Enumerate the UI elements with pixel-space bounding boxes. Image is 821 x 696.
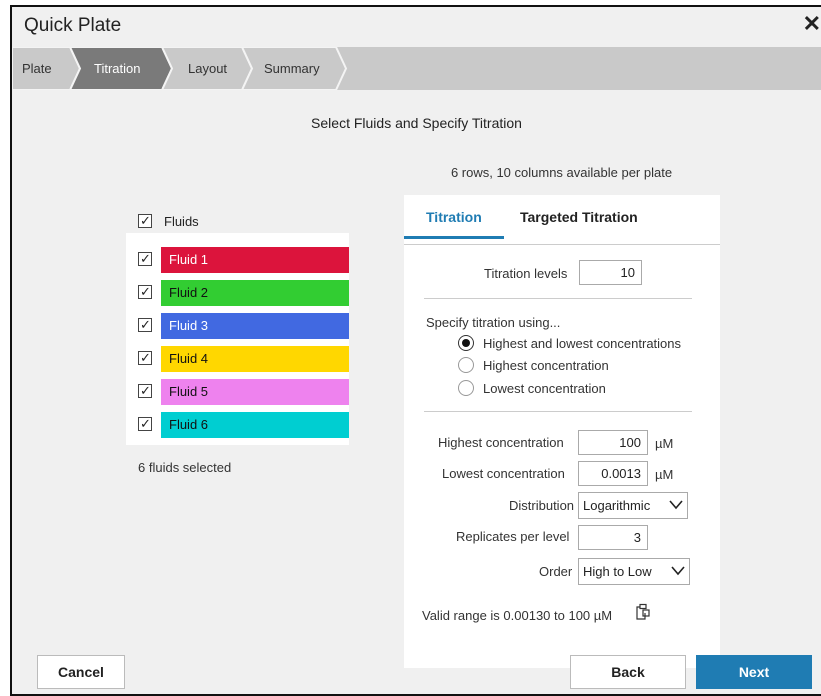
fluid-6-checkbox[interactable] [138, 416, 152, 432]
highest-concentration-label: Highest concentration [438, 435, 564, 450]
fluid-row-2: Fluid 2 [126, 278, 349, 306]
copy-icon[interactable] [635, 603, 651, 621]
fluid-4-swatch[interactable]: Fluid 4 [161, 346, 349, 372]
fluid-row-1: Fluid 1 [126, 245, 349, 273]
chevron-down-icon [671, 566, 685, 576]
next-button[interactable]: Next [696, 655, 812, 689]
valid-range-text: Valid range is 0.00130 to 100 µM [422, 608, 613, 623]
title-bar: Quick Plate ✕ [12, 7, 821, 47]
lowest-concentration-unit: µM [655, 467, 674, 482]
wizard-steps: Plate Titration Layout Summary [12, 47, 821, 90]
distribution-select[interactable]: Logarithmic [578, 492, 688, 519]
step-layout[interactable]: Layout [162, 47, 254, 90]
fluid-row-3: Fluid 3 [126, 311, 349, 339]
fluid-2-checkbox[interactable] [138, 284, 152, 300]
fluid-list: Fluid 1 Fluid 2 Fluid 3 Fluid 4 Fluid 5 … [126, 233, 349, 445]
order-value: High to Low [583, 564, 652, 579]
step-label: Plate [22, 61, 52, 76]
section-divider [424, 411, 692, 412]
fluid-3-swatch[interactable]: Fluid 3 [161, 313, 349, 339]
fluid-5-swatch[interactable]: Fluid 5 [161, 379, 349, 405]
replicates-input[interactable]: 3 [578, 525, 648, 550]
tab-titration[interactable]: Titration [404, 195, 504, 239]
fluid-4-checkbox[interactable] [138, 350, 152, 366]
distribution-value: Logarithmic [583, 498, 651, 513]
specify-titration-label: Specify titration using... [426, 315, 561, 330]
radio-highest[interactable] [458, 357, 474, 373]
cancel-button[interactable]: Cancel [37, 655, 125, 689]
highest-concentration-input[interactable]: 100 [578, 430, 648, 455]
lowest-concentration-label: Lowest concentration [442, 466, 565, 481]
fluids-selected-count: 6 fluids selected [138, 460, 232, 475]
titration-levels-input[interactable]: 10 [579, 260, 642, 285]
dialog-title: Quick Plate [24, 15, 122, 36]
fluid-2-swatch[interactable]: Fluid 2 [161, 280, 349, 306]
back-button[interactable]: Back [570, 655, 686, 689]
titration-levels-label: Titration levels [484, 266, 568, 281]
tab-divider [404, 244, 720, 245]
fluid-row-4: Fluid 4 [126, 344, 349, 372]
highest-concentration-unit: µM [655, 436, 674, 451]
radio-highest-lowest[interactable] [458, 335, 474, 351]
fluid-row-5: Fluid 5 [126, 377, 349, 405]
titration-panel: Titration Targeted Titration Titration l… [404, 195, 720, 668]
radio-lowest[interactable] [458, 380, 474, 396]
fluid-3-checkbox[interactable] [138, 317, 152, 333]
step-titration[interactable]: Titration [70, 47, 176, 90]
order-select[interactable]: High to Low [578, 558, 690, 585]
lowest-concentration-input[interactable]: 0.0013 [578, 461, 648, 486]
order-label: Order [539, 564, 573, 579]
radio-highest-label: Highest concentration [483, 358, 609, 373]
fluid-row-6: Fluid 6 [126, 410, 349, 438]
fluid-6-swatch[interactable]: Fluid 6 [161, 412, 349, 438]
close-icon[interactable]: ✕ [803, 11, 821, 37]
radio-highest-lowest-label: Highest and lowest concentrations [483, 336, 682, 351]
radio-lowest-label: Lowest concentration [483, 381, 606, 396]
fluid-5-checkbox[interactable] [138, 383, 152, 399]
step-label: Titration [94, 61, 141, 76]
step-summary[interactable]: Summary [242, 47, 348, 90]
fluids-select-all-checkbox[interactable] [138, 213, 152, 229]
quick-plate-dialog: Quick Plate ✕ Plate Titration Layout Sum… [10, 5, 821, 696]
chevron-down-icon [669, 500, 683, 510]
distribution-label: Distribution [509, 498, 575, 513]
fluid-1-checkbox[interactable] [138, 251, 152, 267]
page-heading: Select Fluids and Specify Titration [311, 115, 522, 131]
replicates-label: Replicates per level [456, 529, 570, 544]
tab-targeted-titration[interactable]: Targeted Titration [520, 195, 638, 239]
fluid-1-swatch[interactable]: Fluid 1 [161, 247, 349, 273]
plate-capacity-info: 6 rows, 10 columns available per plate [450, 165, 673, 180]
fluids-header-label: Fluids [164, 214, 199, 229]
step-label: Layout [188, 61, 228, 76]
step-label: Summary [264, 61, 320, 76]
section-divider [424, 298, 692, 299]
